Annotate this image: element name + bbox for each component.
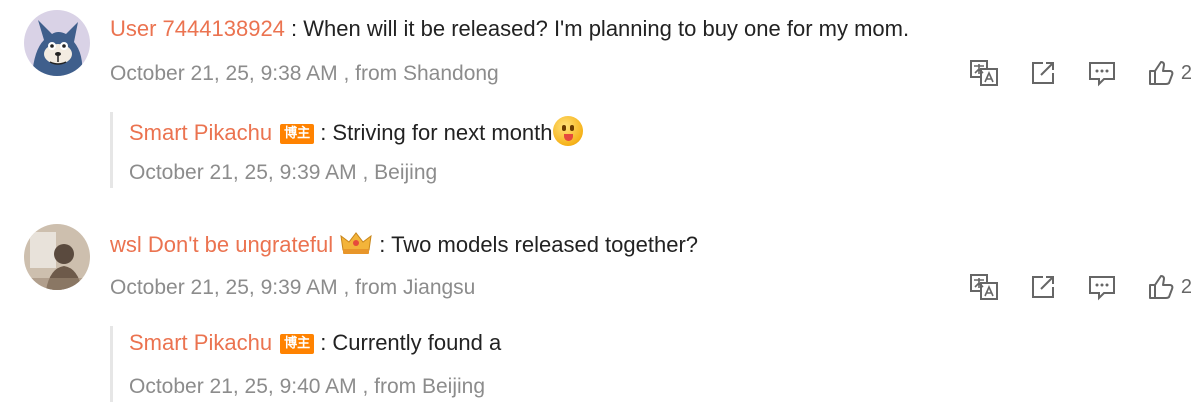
translate-button[interactable] (969, 59, 999, 87)
tongue-out-emoji-icon (552, 116, 583, 146)
share-icon (1031, 276, 1054, 298)
comment-button[interactable] (1087, 273, 1117, 301)
avatar[interactable] (24, 10, 90, 76)
comment-text: Two models released together? (391, 232, 699, 257)
comment-item: wsl Don't be ungrateful : Two models rel… (0, 214, 1200, 412)
comment-icon (1088, 276, 1115, 301)
reply-divider (110, 326, 113, 402)
comment-meta: October 21, 25, 9:39 AM , from Jiangsu (110, 276, 476, 299)
reply-meta: October 21, 25, 9:40 AM , from Beijing (129, 375, 486, 398)
comment-icon (1088, 62, 1115, 87)
avatar[interactable] (24, 224, 90, 290)
comment-actions: 2 (939, 58, 1192, 88)
like-count: 2 (1180, 275, 1192, 298)
username-link[interactable]: wsl Don't be ungrateful (110, 232, 333, 257)
comment-content: User 7444138924 : When will it be releas… (110, 16, 909, 42)
separator: : (314, 330, 333, 355)
comment-actions: 2 (939, 272, 1192, 302)
share-icon (1031, 62, 1054, 84)
thumbs-up-icon (1148, 275, 1174, 299)
reply-username-link[interactable]: Smart Pikachu (129, 120, 272, 145)
separator: : (284, 16, 304, 41)
translate-button[interactable] (969, 273, 999, 301)
comment-text: When will it be released? I'm planning t… (303, 16, 910, 41)
separator: : (373, 232, 392, 257)
like-count: 2 (1180, 61, 1192, 84)
reply-username-link[interactable]: Smart Pikachu (129, 330, 272, 355)
username-link[interactable]: User 7444138924 (110, 16, 285, 41)
like-button[interactable]: 2 (1147, 273, 1192, 301)
translate-icon (969, 274, 998, 300)
comment-button[interactable] (1087, 59, 1117, 87)
thumbs-up-icon (1148, 61, 1174, 85)
separator: : (314, 120, 333, 145)
blogger-badge: 博主 (280, 334, 315, 354)
like-button[interactable]: 2 (1147, 59, 1192, 87)
reply-text: Currently found a (332, 330, 502, 355)
blogger-badge: 博主 (280, 124, 315, 144)
share-button[interactable] (1029, 59, 1057, 87)
cat-avatar-icon (24, 10, 90, 76)
comment-item: User 7444138924 : When will it be releas… (0, 0, 1200, 200)
reply-content: Smart Pikachu 博主 : Currently found a (129, 330, 501, 356)
reply-content: Smart Pikachu 博主 : Striving for next mont… (129, 116, 583, 146)
reply-meta: October 21, 25, 9:39 AM , Beijing (129, 161, 438, 184)
crown-badge-icon (340, 232, 372, 254)
comment-content: wsl Don't be ungrateful : Two models rel… (110, 230, 698, 258)
photo-avatar-icon (24, 224, 90, 290)
translate-icon (969, 60, 998, 86)
share-button[interactable] (1029, 273, 1057, 301)
reply-divider (110, 112, 113, 188)
comment-meta: October 21, 25, 9:38 AM , from Shandong (110, 62, 499, 85)
reply-text: Striving for next month (332, 120, 553, 145)
